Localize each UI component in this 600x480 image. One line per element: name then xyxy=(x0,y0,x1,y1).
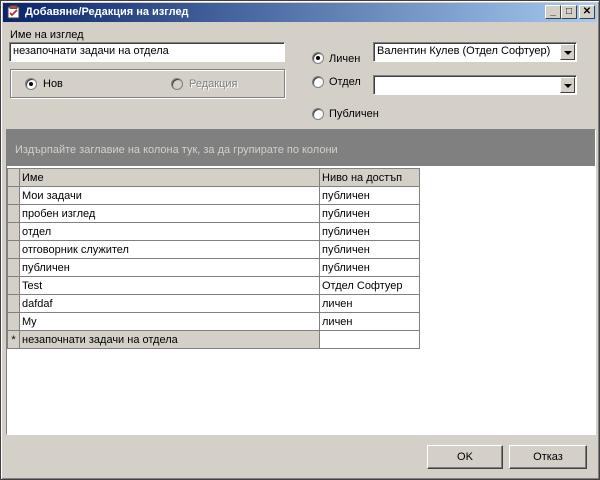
views-grid[interactable]: Издърпайте заглавие на колона тук, за да… xyxy=(6,129,596,435)
row-indicator[interactable] xyxy=(7,222,20,241)
personal-combo[interactable]: Валентин Кулев (Отдел Софтуер) xyxy=(373,42,577,62)
window-title: Добавяне/Редакция на изглед xyxy=(25,6,189,18)
views-table[interactable]: Име Ниво на достъп Мои задачи публичен пр… xyxy=(7,168,420,349)
table-row[interactable]: отдел публичен xyxy=(7,222,420,241)
new-row-access[interactable] xyxy=(319,330,420,349)
table-row[interactable]: публичен публичен xyxy=(7,258,420,277)
row-indicator[interactable] xyxy=(7,294,20,313)
view-name-input[interactable]: незапочнати задачи на отдела xyxy=(9,42,285,62)
ok-button[interactable]: OK xyxy=(427,445,503,469)
edit-radio[interactable] xyxy=(171,78,183,90)
new-row-name[interactable]: незапочнати задачи на отдела xyxy=(19,330,320,349)
dialog-window: Добавяне/Редакция на изглед _ □ ✕ Име на… xyxy=(0,0,600,480)
new-radio-label: Нов xyxy=(43,78,63,90)
group-by-hint: Издърпайте заглавие на колона тук, за да… xyxy=(15,144,338,156)
view-name-label: Име на изглед xyxy=(10,29,84,41)
maximize-button[interactable]: □ xyxy=(561,5,577,19)
table-row[interactable]: My личен xyxy=(7,312,420,331)
personal-radio[interactable] xyxy=(312,52,324,64)
cell-name[interactable]: dafdaf xyxy=(19,294,320,313)
cell-name[interactable]: My xyxy=(19,312,320,331)
column-header-access[interactable]: Ниво на достъп xyxy=(319,168,420,187)
cancel-button[interactable]: Отказ xyxy=(509,445,587,469)
cell-name[interactable]: публичен xyxy=(19,258,320,277)
table-body: Мои задачи публичен пробен изглед публичен… xyxy=(7,186,420,349)
row-indicator[interactable] xyxy=(7,186,20,205)
department-combo[interactable] xyxy=(373,75,577,95)
chevron-down-icon[interactable] xyxy=(560,77,575,93)
chevron-down-icon[interactable] xyxy=(560,44,575,60)
mode-group: Нов Редакция xyxy=(10,69,285,98)
cell-access[interactable]: публичен xyxy=(319,204,420,223)
table-header-row: Име Ниво на достъп xyxy=(7,168,420,187)
row-indicator[interactable] xyxy=(7,240,20,259)
cell-name[interactable]: Test xyxy=(19,276,320,295)
new-radio[interactable] xyxy=(25,78,37,90)
table-row[interactable]: Мои задачи публичен xyxy=(7,186,420,205)
table-row[interactable]: dafdaf личен xyxy=(7,294,420,313)
department-radio[interactable] xyxy=(312,76,324,88)
table-row[interactable]: отговорник служител публичен xyxy=(7,240,420,259)
public-radio-label: Публичен xyxy=(329,108,379,120)
cell-access[interactable]: публичен xyxy=(319,222,420,241)
row-indicator[interactable] xyxy=(7,276,20,295)
cell-name[interactable]: отдел xyxy=(19,222,320,241)
cell-name[interactable]: отговорник служител xyxy=(19,240,320,259)
cell-access[interactable]: публичен xyxy=(319,258,420,277)
row-indicator[interactable] xyxy=(7,258,20,277)
group-by-panel[interactable]: Издърпайте заглавие на колона тук, за да… xyxy=(7,130,595,166)
personal-combo-value: Валентин Кулев (Отдел Софтуер) xyxy=(377,45,551,57)
edit-radio-label: Редакция xyxy=(189,78,238,90)
row-indicator[interactable] xyxy=(7,312,20,331)
title-bar[interactable]: Добавяне/Редакция на изглед _ □ ✕ xyxy=(3,3,597,22)
minimize-button[interactable]: _ xyxy=(545,5,561,19)
new-row[interactable]: * незапочнати задачи на отдела xyxy=(7,330,420,349)
app-icon xyxy=(7,5,20,19)
personal-radio-label: Личен xyxy=(329,53,361,65)
row-indicator[interactable] xyxy=(7,204,20,223)
close-button[interactable]: ✕ xyxy=(579,5,595,19)
cell-access[interactable]: публичен xyxy=(319,240,420,259)
cell-name[interactable]: Мои задачи xyxy=(19,186,320,205)
table-row[interactable]: Test Отдел Софтуер xyxy=(7,276,420,295)
public-radio[interactable] xyxy=(312,108,324,120)
new-row-indicator[interactable]: * xyxy=(7,330,20,349)
cell-access[interactable]: Отдел Софтуер xyxy=(319,276,420,295)
cell-access[interactable]: личен xyxy=(319,312,420,331)
column-header-name[interactable]: Име xyxy=(19,168,320,187)
cell-access[interactable]: публичен xyxy=(319,186,420,205)
department-radio-label: Отдел xyxy=(329,76,361,88)
row-indicator-header xyxy=(7,168,20,187)
cell-name[interactable]: пробен изглед xyxy=(19,204,320,223)
cell-access[interactable]: личен xyxy=(319,294,420,313)
table-row[interactable]: пробен изглед публичен xyxy=(7,204,420,223)
